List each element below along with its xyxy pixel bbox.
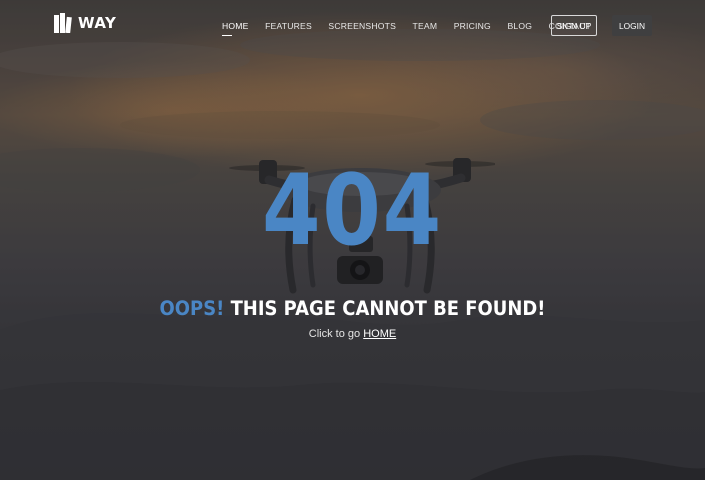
error-code: 404 [261, 154, 444, 268]
login-button[interactable]: LOGIN [612, 15, 652, 36]
error-page: WAY HOME FEATURES SCREENSHOTS TEAM PRICI… [0, 0, 705, 480]
logo-text: WAY [78, 14, 117, 32]
oops-text: OOPS! [159, 297, 225, 320]
site-logo[interactable]: WAY [54, 13, 116, 33]
nav-item-pricing[interactable]: PRICING [454, 21, 491, 31]
home-link[interactable]: HOME [363, 328, 396, 340]
nav-item-blog[interactable]: BLOG [507, 21, 532, 31]
return-home-prompt: Click to go HOME [0, 326, 705, 342]
nav-item-features[interactable]: FEATURES [265, 21, 312, 31]
signup-button[interactable]: SIGN UP [551, 15, 597, 36]
nav-item-screenshots[interactable]: SCREENSHOTS [328, 21, 396, 31]
error-headline: OOPS! THIS PAGE CANNOT BE FOUND! [28, 296, 677, 322]
not-found-message: THIS PAGE CANNOT BE FOUND! [230, 297, 546, 320]
prompt-text: Click to go [308, 328, 361, 340]
nav-item-team[interactable]: TEAM [413, 21, 438, 31]
main-nav: HOME FEATURES SCREENSHOTS TEAM PRICING B… [222, 16, 607, 36]
books-logo-icon [54, 13, 72, 33]
site-header: WAY HOME FEATURES SCREENSHOTS TEAM PRICI… [0, 0, 705, 52]
nav-item-home[interactable]: HOME [222, 21, 249, 36]
